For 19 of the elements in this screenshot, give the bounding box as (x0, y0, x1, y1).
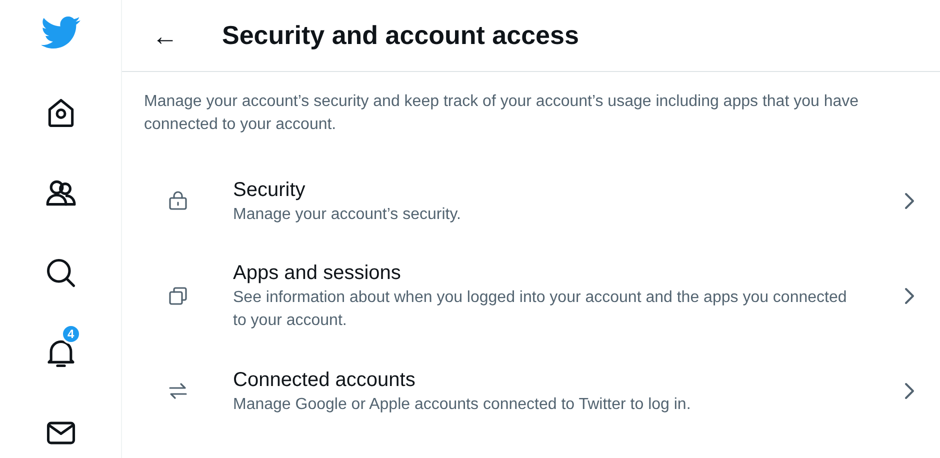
settings-row[interactable]: Apps and sessions See information about when you logged into your account and the apps you connected to your account. (122, 246, 940, 346)
chevron-right-icon (902, 191, 916, 211)
row-subtitle: Manage Google or Apple accounts connected to Twitter to log in. (233, 394, 692, 414)
chevron-right-icon (902, 286, 916, 306)
settings-row[interactable]: Connected accounts Manage Google or Apple accounts connected to Twitter to log in. (122, 346, 940, 436)
bird-logo-icon[interactable] (40, 16, 80, 50)
row-subtitle: See information about when you logged into your account and the apps you connected to your account. (233, 288, 848, 331)
back-button[interactable]: ← (150, 22, 180, 48)
copy-icon (166, 284, 190, 308)
row-title: Security (233, 178, 306, 202)
settings-row[interactable]: Security Manage your account’s security. (122, 156, 940, 246)
row-title: Apps and sessions (233, 261, 402, 286)
row-title: Connected accounts (233, 368, 416, 392)
notification-badge: 4 (60, 324, 82, 344)
description: Manage your account’s security and keep track of your account’s usage including apps that you have connected to your account. (143, 92, 860, 135)
lock-icon (166, 189, 190, 213)
row-subtitle: Manage your account’s security. (233, 204, 462, 224)
chevron-right-icon (902, 381, 916, 401)
page-title: Security and account access (222, 19, 579, 52)
